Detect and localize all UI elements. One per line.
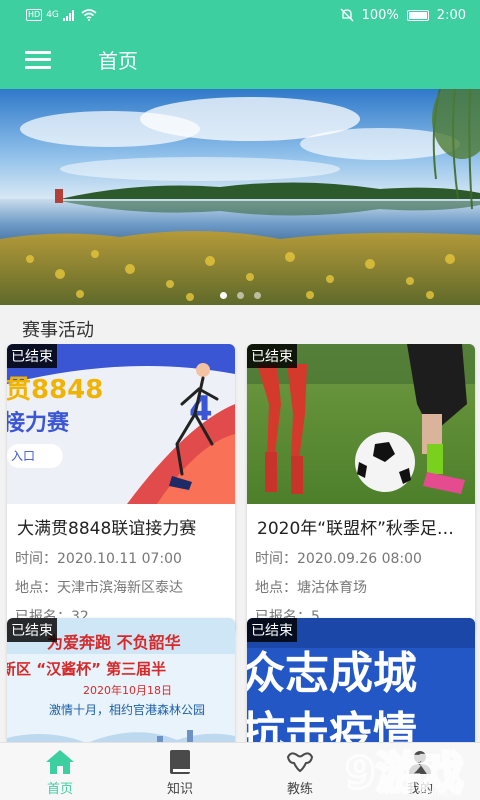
status-left: HD 4G (26, 9, 97, 21)
carousel-dot[interactable] (253, 292, 261, 299)
event-title: 大满贯8848联谊接力赛 (17, 519, 197, 539)
watermark-sub: 9game.cn (417, 789, 462, 798)
app-bar: 首页 (0, 30, 480, 89)
poster-slogan: 为爱奔跑 不负韶华 (47, 633, 181, 652)
status-tag: 已结束 (7, 618, 57, 642)
poster-date: 2020年10月18日 (83, 683, 172, 697)
football-photo (247, 344, 475, 504)
site-watermark: 9游戏 9game.cn (345, 747, 465, 799)
event-grid: 4 入口 贯8848 接力赛 已结束 大满贯8848联谊接力赛 时间：2020.… (0, 344, 480, 742)
nav-knowledge[interactable]: 知识 (120, 743, 240, 800)
battery-percent: 100% (361, 7, 399, 23)
event-thumbnail: 4 入口 贯8848 接力赛 已结束 (7, 344, 235, 504)
mute-bell-icon (340, 8, 354, 22)
carousel-dot[interactable] (219, 292, 227, 299)
event-card[interactable]: 众志成城 抗击疫情 已结束 (247, 618, 475, 742)
muscle-icon (286, 752, 314, 773)
poster-entry-text: 入口 (11, 449, 35, 463)
poster-headline: 贯8848 (7, 375, 103, 405)
nav-home[interactable]: 首页 (0, 743, 120, 800)
page-title: 首页 (98, 49, 138, 73)
poster-slogan-1: 众志成城 (247, 648, 417, 699)
nav-label: 教练 (286, 782, 313, 797)
event-time: 时间：2020.09.26 08:00 (255, 551, 422, 567)
event-title: 2020年“联盟杯”秋季足球赛 (257, 519, 467, 539)
event-thumbnail: 为爱奔跑 不负韶华 新区 “汉酱杯” 第三届半 2020年10月18日 激情十月… (7, 618, 235, 742)
nav-label: 知识 (166, 782, 193, 797)
menu-icon[interactable] (25, 50, 51, 69)
clock: 2:00 (436, 7, 466, 23)
carousel-indicator (0, 292, 480, 299)
event-time: 时间：2020.10.11 07:00 (15, 551, 182, 567)
wifi-icon (81, 9, 97, 21)
status-tag: 已结束 (247, 618, 297, 642)
event-card[interactable]: 已结束 2020年“联盟杯”秋季足球赛 时间：2020.09.26 08:00 … (247, 344, 475, 634)
poster-invite: 激情十月，相约官港森林公园 (49, 702, 205, 717)
signal-icon (62, 9, 74, 21)
hd-icon: HD (26, 9, 43, 21)
battery-icon (406, 9, 429, 21)
status-bar: HD 4G 100% 2:00 (0, 0, 480, 30)
book-icon (170, 750, 190, 774)
event-card[interactable]: 4 入口 贯8848 接力赛 已结束 大满贯8848联谊接力赛 时间：2020.… (7, 344, 235, 634)
event-place: 地点：塘沽体育场 (255, 580, 367, 596)
event-place: 地点：天津市滨海新区泰达 (15, 580, 183, 596)
poster-slogan-2: 抗击疫情 (247, 708, 417, 742)
carousel-dot[interactable] (236, 292, 244, 299)
nav-label: 首页 (46, 782, 73, 797)
status-right: 100% 2:00 (340, 8, 466, 23)
section-title: 赛事活动 (22, 320, 94, 341)
poster-subhead: 接力赛 (7, 410, 70, 436)
banner-carousel[interactable] (0, 89, 480, 305)
nav-coach[interactable]: 教练 (240, 743, 360, 800)
event-thumbnail: 众志成城 抗击疫情 已结束 (247, 618, 475, 742)
event-thumbnail: 已结束 (247, 344, 475, 504)
status-tag: 已结束 (7, 344, 57, 368)
event-card[interactable]: 为爱奔跑 不负韶华 新区 “汉酱杯” 第三届半 2020年10月18日 激情十月… (7, 618, 235, 742)
home-icon (46, 750, 74, 774)
poster-event-name: 新区 “汉酱杯” 第三届半 (7, 660, 166, 678)
status-tag: 已结束 (247, 344, 297, 368)
banner-image (0, 89, 480, 305)
network-label: 4G (46, 10, 59, 20)
relay-poster-image: 4 入口 贯8848 接力赛 (7, 344, 235, 504)
